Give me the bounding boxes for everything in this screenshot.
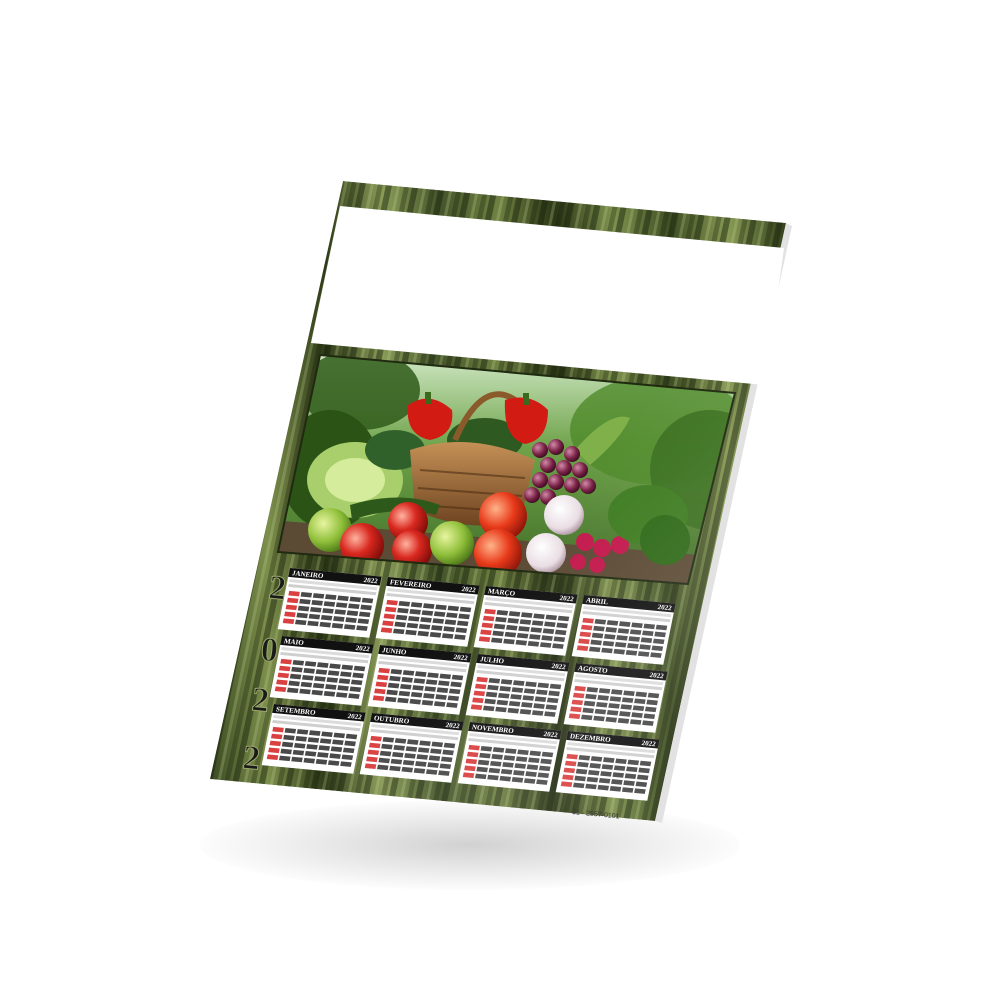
month-block: SETEMBRO 2022: [261, 704, 366, 774]
month-year: 2022: [649, 671, 665, 680]
month-block: ABRIL2022: [571, 595, 676, 665]
year-digit: 2: [250, 681, 270, 719]
year-digit: 2: [241, 739, 261, 777]
month-year: 2022: [641, 739, 657, 748]
month-block: NOVEMBRO 2022: [457, 722, 562, 792]
month-block: AGOSTO2022: [563, 663, 668, 733]
month-year: 2022: [461, 585, 477, 594]
month-year: 2022: [551, 662, 567, 671]
month-year: 2022: [355, 644, 371, 653]
month-year: 2022: [543, 730, 559, 739]
month-year: 2022: [453, 653, 469, 662]
month-year: 2022: [363, 576, 379, 585]
month-block: DEZEMBRO 2022: [555, 731, 660, 801]
month-block: JUNHO2022: [367, 645, 472, 715]
month-block: JANEIRO2022: [277, 568, 382, 638]
year-digit: 0: [259, 631, 279, 669]
month-block: JULHO2022: [465, 654, 570, 724]
month-block: FEVEREIRO 2022: [375, 577, 480, 647]
year-digit: 2: [267, 569, 287, 607]
product-scene: JANEIRO 2022 FEVEREIRO 2022 MARÇO 2022 ABRIL 20…: [0, 0, 1000, 1000]
month-year: 2022: [347, 712, 363, 721]
month-year: 2022: [445, 721, 461, 730]
month-year: 2022: [657, 603, 673, 612]
month-block: MAIO2022: [269, 636, 374, 706]
month-block: MARÇO2022: [473, 586, 578, 656]
calendar-sheet: JANEIRO2022 FEVEREIRO 2022 MARÇO2022 ABRIL20…: [210, 181, 792, 823]
month-block: OUTUBRO2022: [359, 713, 464, 783]
month-year: 2022: [559, 594, 575, 603]
